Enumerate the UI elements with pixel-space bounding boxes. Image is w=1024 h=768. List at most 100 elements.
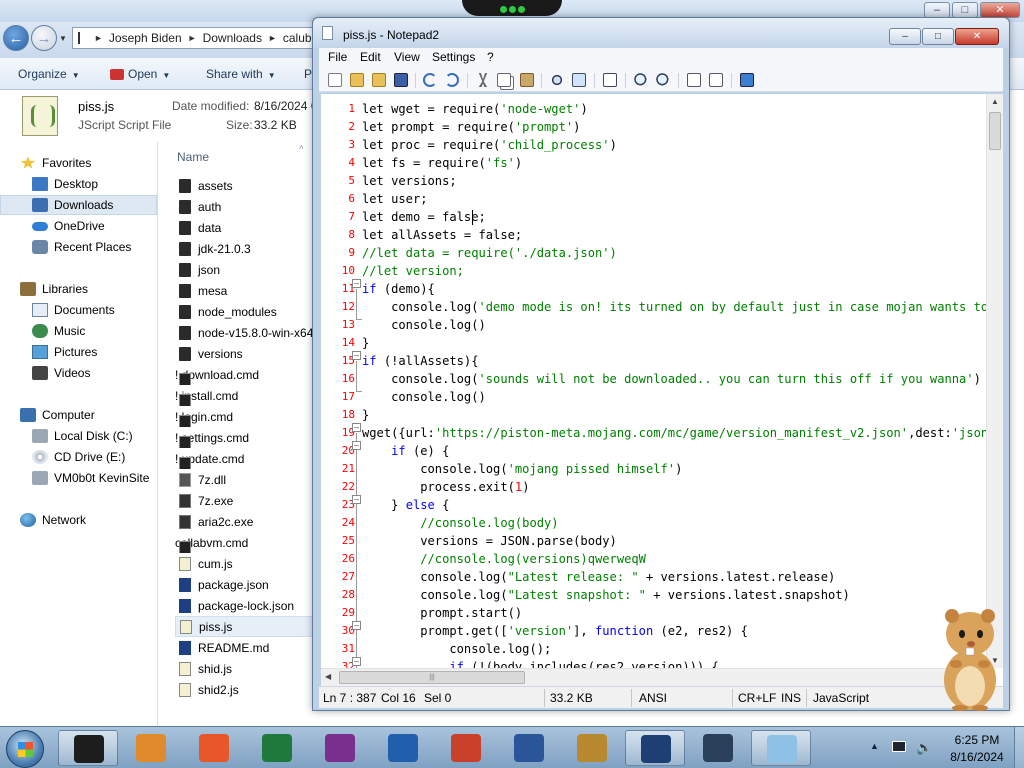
open-button[interactable]: Open ▼ [110,67,170,81]
nav-cd-drive[interactable]: CD Drive (E:) [32,447,125,467]
scroll-left-icon[interactable]: ◀ [325,672,331,681]
maximize-button[interactable]: □ [922,28,954,45]
explorer-maximize-button[interactable]: □ [952,2,978,18]
code-line[interactable]: process.exit(1) [362,478,529,496]
file-row[interactable]: package-lock.json [175,595,319,616]
file-row[interactable]: ! install.cmd [175,385,319,406]
file-row[interactable]: ! download.cmd [175,364,319,385]
volume-icon[interactable]: 🔈 [916,740,932,756]
vertical-scrollbar[interactable]: ▲ ▼ [986,94,1003,668]
code-line[interactable]: //let data = require('./data.json') [362,244,617,262]
code-line[interactable]: let prompt = require('prompt') [362,118,580,136]
file-row[interactable]: package.json [175,574,319,595]
file-row[interactable]: data [175,217,319,238]
code-line[interactable]: if (!allAssets){ [362,352,479,370]
network-tray-icon[interactable] [892,741,906,752]
code-line[interactable]: let demo = false; [362,208,486,226]
taskbar-app-button[interactable] [562,730,622,766]
browse-icon[interactable] [372,73,386,87]
nav-computer[interactable]: Computer [20,405,95,425]
menu-view[interactable]: View [394,50,420,64]
taskbar-app-button[interactable] [58,730,118,766]
code-line[interactable]: if (e) { [362,442,449,460]
code-line[interactable]: let user; [362,190,428,208]
nav-downloads[interactable]: Downloads [0,195,157,215]
clock-date[interactable]: 8/16/2024 [944,750,1010,764]
menu-file[interactable]: File [328,50,347,64]
show-desktop-button[interactable] [1014,727,1024,768]
code-line[interactable]: let fs = require('fs') [362,154,522,172]
code-line[interactable]: } else { [362,496,449,514]
nav-onedrive[interactable]: OneDrive [32,216,105,236]
code-line[interactable]: versions = JSON.parse(body) [362,532,617,550]
status-language[interactable]: JavaScript [813,691,869,705]
code-line[interactable]: console.log() [362,316,486,334]
nav-documents[interactable]: Documents [32,300,115,320]
nav-desktop[interactable]: Desktop [32,174,98,194]
code-line[interactable]: console.log('mojang pissed himself') [362,460,682,478]
code-line[interactable]: console.log('demo mode is on! its turned… [362,298,986,316]
taskbar-app-button[interactable] [688,730,748,766]
clock-time[interactable]: 6:25 PM [944,733,1010,747]
fold-toggle-icon[interactable]: – [352,441,361,450]
file-row[interactable]: shid2.js [175,679,319,700]
code-line[interactable]: console.log("Latest release: " + version… [362,568,835,586]
nav-recent-places[interactable]: Recent Places [32,237,131,257]
nav-pictures[interactable]: Pictures [32,342,97,362]
taskbar-app-button[interactable] [121,730,181,766]
file-row[interactable]: ! update.cmd [175,448,319,469]
status-encoding[interactable]: ANSI [639,691,667,705]
file-row[interactable]: assets [175,175,319,196]
organize-button[interactable]: Organize ▼ [18,67,80,81]
file-row[interactable]: aria2c.exe [175,511,319,532]
horizontal-scrollbar[interactable]: ◀ ||| ▶ [321,668,986,686]
notepad2-titlebar[interactable]: piss.js - Notepad2 – □ ✕ [313,18,1009,48]
file-row[interactable]: mesa [175,280,319,301]
file-row[interactable]: README.md [175,637,319,658]
nav-videos[interactable]: Videos [32,363,90,383]
code-line[interactable]: let proc = require('child_process') [362,136,617,154]
start-button[interactable] [6,730,44,768]
file-row[interactable]: cum.js [175,553,319,574]
nav-network[interactable]: Network [20,510,86,530]
zoom-in-icon[interactable] [634,73,648,87]
code-line[interactable]: console.log() [362,388,486,406]
file-row[interactable]: collabvm.cmd [175,532,319,553]
customize-scheme-icon[interactable] [709,73,723,87]
code-line[interactable]: let wget = require('node-wget') [362,100,588,118]
file-row[interactable]: ! settings.cmd [175,427,319,448]
file-row[interactable]: 7z.exe [175,490,319,511]
nav-favorites[interactable]: Favorites [20,153,91,173]
file-row[interactable]: versions [175,343,319,364]
scroll-up-icon[interactable]: ▲ [991,97,999,106]
launch-icon[interactable] [740,73,754,87]
redo-icon[interactable] [445,73,459,87]
editor[interactable]: 1 2 3 4 5 6 7 8 9 10 11 12 13 14 15 16 17 18 19 20 21 22 23 24 2… [321,94,1003,686]
code-line[interactable]: console.log(); [362,640,551,658]
open-folder-icon[interactable] [350,73,364,87]
file-row[interactable]: auth [175,196,319,217]
code-line[interactable]: console.log("Latest snapshot: " + versio… [362,586,850,604]
file-row[interactable]: node-v15.8.0-win-x64 [175,322,319,343]
recent-pages-dropdown[interactable]: ▼ [59,34,67,43]
nav-libraries[interactable]: Libraries [20,279,88,299]
word-wrap-icon[interactable] [603,73,617,87]
save-icon[interactable] [394,73,408,87]
code-line[interactable]: prompt.get(['version'], function (e2, re… [362,622,748,640]
fold-toggle-icon[interactable]: – [352,423,361,432]
explorer-close-button[interactable]: ✕ [980,2,1020,18]
code-line[interactable]: //let version; [362,262,464,280]
file-row[interactable]: ! login.cmd [175,406,319,427]
vertical-scroll-thumb[interactable] [989,112,1001,150]
nav-network-drive[interactable]: VM0b0t KevinSite [32,468,149,488]
breadcrumb-item[interactable]: Downloads [197,31,268,45]
fold-toggle-icon[interactable]: – [352,657,361,666]
code-line[interactable]: if (!(body.includes(res2.version))) { [362,658,718,668]
paste-icon[interactable] [520,73,534,87]
back-button[interactable]: ← [3,25,29,51]
code-line[interactable]: } [362,406,369,424]
taskbar-app-button[interactable] [373,730,433,766]
file-row[interactable]: 7z.dll [175,469,319,490]
code-line[interactable]: } [362,334,369,352]
column-header-name[interactable]: Name [177,150,209,164]
